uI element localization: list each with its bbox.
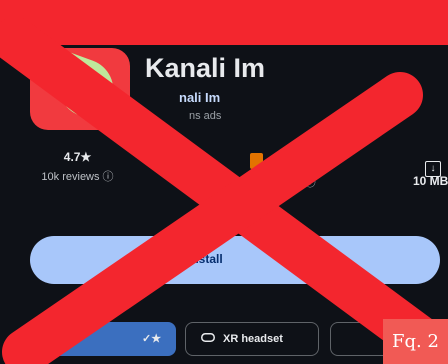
developer-name[interactable]: nali Im xyxy=(179,90,220,105)
parental-guidance-icon xyxy=(250,153,263,169)
reviews-count: 10k reviews ⓘ xyxy=(41,171,114,183)
xr-headset-label: XR headset xyxy=(223,333,283,345)
rating-stat[interactable]: 4.7★ 10k reviews ⓘ xyxy=(30,150,125,184)
download-icon: ↓ xyxy=(425,161,441,177)
app-title: Kanali Im xyxy=(145,53,266,83)
ads-note: ns ads xyxy=(189,110,222,122)
device-chip-phone[interactable]: ✓★ xyxy=(30,322,176,356)
app-icon xyxy=(30,48,130,130)
phone-chip-label: ✓★ xyxy=(142,333,162,345)
content-rating-stat[interactable]: ce ⓘ xyxy=(290,174,316,190)
vr-headset-icon xyxy=(201,333,215,345)
content-rating-label: ce ⓘ xyxy=(290,177,316,189)
install-label: Install xyxy=(188,252,223,266)
install-button[interactable] xyxy=(30,236,440,284)
top-banner xyxy=(0,0,448,45)
rating-value: 4.7★ xyxy=(63,150,92,164)
stats-row: 4.7★ 10k reviews ⓘ ce ⓘ 10 MB xyxy=(0,150,448,192)
device-chip-xr-headset[interactable]: XR headset xyxy=(185,322,319,356)
figure-label: Fq. 2 xyxy=(383,319,448,364)
